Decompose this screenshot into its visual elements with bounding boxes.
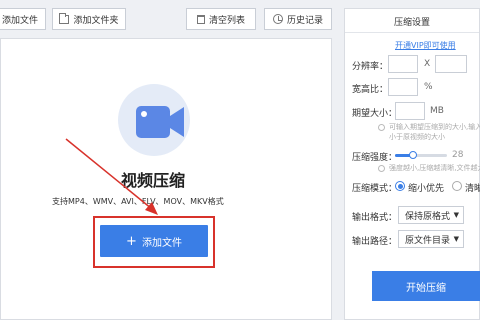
strength-value: 28: [452, 150, 464, 160]
annotation-arrow: [65, 138, 158, 215]
add-folder-label: 添加文件夹: [73, 15, 119, 26]
info-icon: [378, 124, 385, 131]
start-compress-label: 开始压缩: [406, 282, 446, 294]
mode-small-radio[interactable]: [395, 181, 405, 191]
aspect-label: 宽高比：: [352, 85, 389, 95]
mode-small-label[interactable]: 缩小优先: [408, 181, 444, 194]
size-unit: MB: [430, 106, 444, 116]
add-file-button[interactable]: 添加文件: [0, 8, 46, 30]
mode-label: 压缩模式：: [352, 184, 398, 194]
resolution-x: X: [424, 59, 431, 69]
history-label: 历史记录: [286, 15, 323, 26]
strength-hint: 强度越小,压缩越清晰,文件越大: [389, 164, 480, 172]
add-file-label: 添加文件: [1, 15, 38, 26]
info-icon: [378, 165, 385, 172]
aspect-input[interactable]: [388, 78, 418, 96]
plus-icon: +: [126, 233, 137, 249]
size-input[interactable]: [395, 102, 425, 120]
aspect-unit: %: [424, 82, 433, 92]
strength-slider-track[interactable]: [395, 151, 447, 159]
folder-icon: [59, 12, 70, 24]
trash-icon: [196, 14, 205, 24]
path-label: 输出路径：: [352, 237, 398, 247]
strength-label: 压缩强度：: [352, 153, 398, 163]
format-label: 输出格式：: [352, 213, 398, 223]
mode-clear-radio[interactable]: [452, 181, 462, 191]
add-folder-button[interactable]: 添加文件夹: [52, 8, 126, 30]
format-select-value: 保持原格式: [405, 211, 451, 222]
clock-icon: [272, 14, 283, 24]
path-select[interactable]: 原文件目录 ▼: [398, 230, 464, 248]
size-hint-line1: 可输入期望压缩到的大小,输入值: [389, 123, 480, 131]
size-label: 期望大小：: [352, 109, 398, 119]
resolution-height-input[interactable]: [435, 55, 467, 73]
resolution-label: 分辨率：: [352, 62, 389, 72]
chevron-down-icon: ▼: [453, 211, 459, 219]
history-button[interactable]: 历史记录: [264, 8, 332, 30]
add-file-main-button[interactable]: + 添加文件: [100, 225, 208, 257]
settings-divider: [345, 32, 479, 33]
add-file-main-label: 添加文件: [141, 237, 182, 249]
path-select-value: 原文件目录: [405, 235, 451, 246]
settings-title: 压缩设置: [393, 18, 430, 28]
vip-link[interactable]: 开通VIP即可使用: [395, 40, 456, 51]
format-select[interactable]: 保持原格式 ▼: [398, 206, 464, 224]
mode-clear-label[interactable]: 清晰优先: [465, 181, 480, 194]
resolution-width-input[interactable]: [388, 55, 418, 73]
clear-list-button[interactable]: 清空列表: [186, 8, 256, 30]
chevron-down-icon: ▼: [453, 235, 459, 243]
start-compress-button[interactable]: 开始压缩: [372, 271, 480, 301]
clear-list-label: 清空列表: [208, 15, 245, 26]
size-hint-line2: 小于原视频的大小: [389, 133, 445, 141]
